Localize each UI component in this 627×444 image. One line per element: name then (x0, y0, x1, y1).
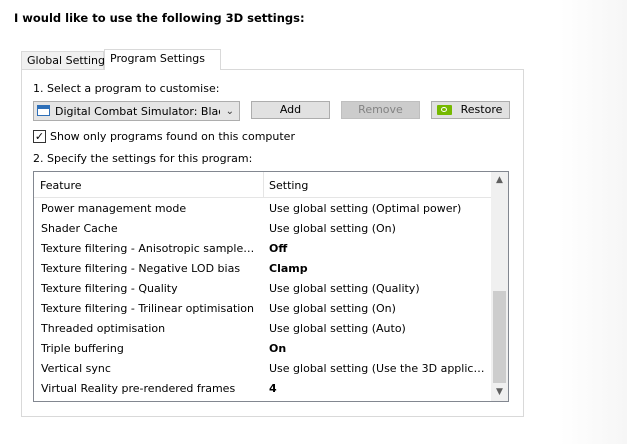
setting-cell[interactable]: Off (269, 239, 487, 259)
page-heading: I would like to use the following 3D set… (14, 11, 305, 25)
add-button[interactable]: Add (251, 101, 330, 119)
feature-cell: Threaded optimisation (41, 322, 166, 335)
table-row[interactable]: Power management mode Use global setting … (34, 199, 492, 219)
step1-label: 1. Select a program to customise: (33, 82, 220, 95)
settings-list-header: Feature Setting (34, 172, 492, 198)
feature-cell: Virtual Reality pre-rendered frames (41, 382, 236, 395)
scroll-down-icon[interactable]: ▼ (491, 384, 508, 401)
remove-button[interactable]: Remove (341, 101, 420, 119)
show-only-checkbox[interactable]: ✓ (33, 130, 46, 143)
feature-cell: Vertical sync (41, 362, 111, 375)
settings-list[interactable]: Feature Setting Power management mode Use… (33, 171, 509, 402)
feature-cell: Texture filtering - Trilinear optimisati… (41, 302, 255, 315)
application-window-icon (37, 105, 50, 116)
setting-cell[interactable]: Use global setting (Optimal power) (269, 199, 487, 219)
scroll-thumb[interactable] (493, 291, 506, 383)
setting-cell[interactable]: Clamp (269, 259, 487, 279)
scroll-up-icon[interactable]: ▲ (491, 172, 508, 189)
feature-cell: Triple buffering (41, 342, 124, 355)
restore-button-label: Restore (460, 103, 503, 116)
step2-label: 2. Specify the settings for this program… (33, 152, 253, 165)
header-feature[interactable]: Feature (40, 179, 82, 192)
tab-global-settings[interactable]: Global Settings (21, 51, 111, 69)
program-select-value: Digital Combat Simulator: Black ... (55, 105, 220, 118)
feature-cell: Texture filtering - Quality (41, 282, 178, 295)
table-row[interactable]: Vertical sync Use global setting (Use the… (34, 359, 492, 379)
tab-program-settings[interactable]: Program Settings (104, 49, 221, 70)
chevron-down-icon: ⌄ (225, 106, 234, 117)
table-row[interactable]: Virtual Reality pre-rendered frames 4 (34, 379, 492, 399)
settings-rows: Power management mode Use global setting … (34, 199, 492, 399)
table-row[interactable]: Texture filtering - Trilinear optimisati… (34, 299, 492, 319)
header-setting[interactable]: Setting (269, 179, 308, 192)
feature-cell: Texture filtering - Anisotropic sample o… (41, 242, 256, 255)
header-divider (263, 172, 264, 197)
setting-cell[interactable]: Use global setting (On) (269, 219, 487, 239)
setting-cell[interactable]: Use global setting (Auto) (269, 319, 487, 339)
nvidia-logo-icon (437, 105, 452, 115)
table-row[interactable]: Texture filtering - Quality Use global se… (34, 279, 492, 299)
vertical-scrollbar[interactable]: ▲ ▼ (491, 172, 508, 401)
setting-cell[interactable]: On (269, 339, 487, 359)
table-row[interactable]: Triple buffering On (34, 339, 492, 359)
table-row[interactable]: Texture filtering - Negative LOD bias Cla… (34, 259, 492, 279)
setting-cell[interactable]: Use global setting (Use the 3D applicati… (269, 359, 487, 379)
table-row[interactable]: Threaded optimisation Use global setting … (34, 319, 492, 339)
setting-cell[interactable]: Use global setting (Quality) (269, 279, 487, 299)
setting-cell[interactable]: Use global setting (On) (269, 299, 487, 319)
program-settings-panel: 1. Select a program to customise: Digita… (21, 69, 524, 417)
table-row[interactable]: Texture filtering - Anisotropic sample o… (34, 239, 492, 259)
feature-cell: Power management mode (41, 202, 187, 215)
restore-button[interactable]: Restore (431, 101, 510, 119)
program-select[interactable]: Digital Combat Simulator: Black ... ⌄ (33, 101, 240, 121)
table-row[interactable]: Shader Cache Use global setting (On) (34, 219, 492, 239)
feature-cell: Texture filtering - Negative LOD bias (41, 262, 241, 275)
feature-cell: Shader Cache (41, 222, 118, 235)
nvidia-3d-settings-page: I would like to use the following 3D set… (0, 0, 627, 444)
show-only-label[interactable]: Show only programs found on this compute… (50, 129, 295, 144)
setting-cell[interactable]: 4 (269, 379, 487, 399)
